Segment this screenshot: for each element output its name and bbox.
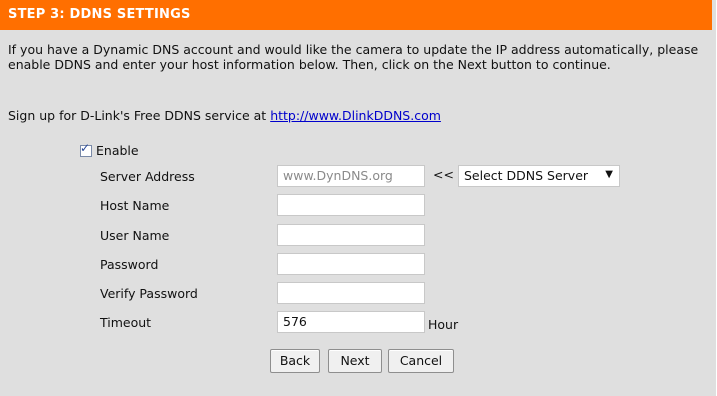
dlinkddns-link[interactable]: http://www.DlinkDDNS.com (270, 108, 441, 123)
select-arrows-label: << (433, 167, 454, 182)
ddns-settings-panel: STEP 3: DDNS SETTINGS If you have a Dyna… (0, 0, 716, 396)
enable-label: Enable (96, 143, 139, 158)
timeout-label: Timeout (100, 315, 152, 330)
intro-text: If you have a Dynamic DNS account and wo… (8, 42, 699, 72)
enable-row[interactable]: ✓ Enable (80, 141, 139, 158)
section-header: STEP 3: DDNS SETTINGS (0, 0, 712, 30)
chevron-down-icon: ▼ (605, 169, 613, 180)
signup-line: Sign up for D-Link's Free DDNS service a… (8, 108, 441, 123)
next-button[interactable]: Next (328, 349, 382, 373)
user-name-input[interactable] (277, 224, 425, 246)
signup-prefix: Sign up for D-Link's Free DDNS service a… (8, 108, 271, 123)
server-address-input[interactable]: www.DynDNS.org (277, 165, 425, 187)
password-input[interactable] (277, 253, 425, 275)
enable-checkbox[interactable]: ✓ (80, 141, 92, 157)
timeout-input[interactable]: 576 (277, 311, 425, 333)
ddns-server-select-value: Select DDNS Server (464, 168, 589, 183)
user-name-label: User Name (100, 228, 170, 243)
host-name-label: Host Name (100, 198, 170, 213)
server-address-label: Server Address (100, 169, 195, 184)
checkmark-icon: ✓ (80, 140, 91, 155)
host-name-input[interactable] (277, 194, 425, 216)
timeout-unit: Hour (428, 317, 459, 332)
password-label: Password (100, 257, 159, 272)
settings-body: If you have a Dynamic DNS account and wo… (0, 30, 712, 396)
ddns-server-select[interactable]: Select DDNS Server ▼ (458, 165, 620, 187)
verify-password-label: Verify Password (100, 286, 198, 301)
cancel-button[interactable]: Cancel (388, 349, 454, 373)
back-button[interactable]: Back (270, 349, 320, 373)
verify-password-input[interactable] (277, 282, 425, 304)
